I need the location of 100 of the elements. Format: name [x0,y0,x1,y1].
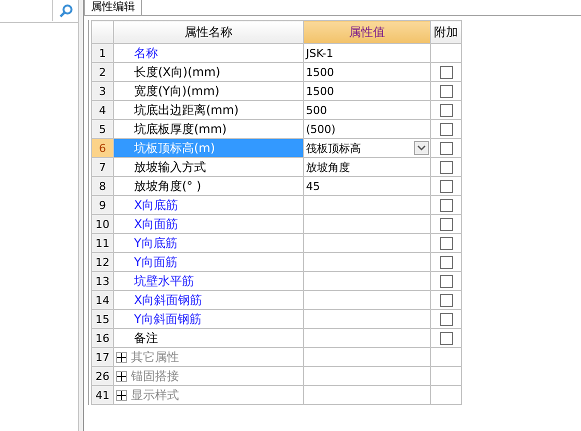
row-number: 9 [92,196,114,214]
column-header[interactable]: 附加 [430,20,462,44]
checkbox[interactable] [440,275,452,288]
row-number: 2 [92,62,114,82]
property-name: X向斜面钢筋 [134,292,202,306]
property-name: 坑底板厚度(mm) [134,122,227,136]
property-value[interactable]: 500 [304,100,430,120]
property-name[interactable]: 放坡角度(° ) [114,176,304,196]
row-number: 4 [92,100,114,120]
property-name[interactable]: 长度(X向)(mm) [114,62,304,82]
row-number: 7 [92,158,114,176]
empty-cell[interactable] [304,272,430,290]
expand-icon[interactable] [116,390,127,400]
row-number: 12 [92,252,114,272]
property-name[interactable]: 宽度(Y向)(mm) [114,82,304,100]
property-value[interactable]: 放坡角度 [304,158,430,176]
column-header[interactable]: 属性值 [304,20,430,44]
property-name: 备注 [134,330,158,344]
tab[interactable]: 属性编辑 [84,0,142,15]
row-number: 41 [92,386,114,404]
row-number: 15 [92,310,114,328]
empty-cell[interactable] [304,214,430,234]
checkbox[interactable] [440,237,452,250]
chevron-icon [417,145,426,151]
dropdown-button[interactable] [414,141,429,155]
property-name: Y向面筋 [134,254,178,268]
property-name[interactable]: X向底筋 [114,196,304,214]
checkbox[interactable] [440,199,452,212]
empty-cell[interactable] [304,290,430,310]
row-number: 6 [92,138,114,158]
row-number: 5 [92,120,114,138]
property-name: Y向斜面钢筋 [134,312,202,326]
row-number: 16 [92,328,114,348]
group-name: 锚固搭接 [131,368,179,384]
property-name[interactable]: 名称 [114,44,304,62]
row-number: 1 [92,44,114,62]
checkbox[interactable] [440,85,452,98]
property-name: 坑板顶标高(m) [134,140,216,154]
checkbox[interactable] [440,218,452,232]
property-value[interactable]: 1500 [304,62,430,82]
property-name: 坑壁水平筋 [134,274,194,288]
row-number: 11 [92,234,114,252]
empty-cell[interactable] [304,196,430,214]
property-name: 宽度(Y向)(mm) [134,84,220,98]
property-name: 放坡角度(° ) [134,178,202,192]
empty-cell[interactable] [304,252,430,272]
row-number: 3 [92,82,114,100]
checkbox[interactable] [440,161,452,174]
property-name[interactable]: 放坡输入方式 [114,158,304,176]
row-number: 10 [92,214,114,234]
row-number: 17 [92,348,114,366]
checkbox[interactable] [440,332,452,346]
property-name: Y向底筋 [134,236,178,250]
group-name: 其它属性 [131,348,179,366]
property-name[interactable]: 其它属性 [114,348,304,366]
checkbox[interactable] [440,180,452,194]
property-name: 长度(X向)(mm) [134,64,220,78]
property-name[interactable]: 坑壁水平筋 [114,272,304,290]
property-name[interactable]: 显示样式 [114,386,304,404]
property-value[interactable]: 1500 [304,82,430,100]
property-name: 坑底出边距离(mm) [134,102,239,116]
property-value[interactable]: 45 [304,176,430,196]
property-name: X向底筋 [134,198,178,212]
empty-cell[interactable] [304,328,430,348]
corner-header [92,20,114,44]
property-name: 放坡输入方式 [134,160,206,174]
property-value[interactable]: 筏板顶标高 [304,138,430,158]
column-header[interactable]: 属性名称 [114,20,304,44]
checkbox[interactable] [440,313,452,326]
checkbox[interactable] [440,104,452,118]
empty-cell[interactable] [304,310,430,328]
row-number: 8 [92,176,114,196]
group-name: 显示样式 [131,386,179,404]
property-name[interactable]: X向斜面钢筋 [114,290,304,310]
empty-cell[interactable] [304,234,430,252]
row-number: 26 [92,366,114,386]
row-number: 13 [92,272,114,290]
property-value[interactable]: (500) [304,120,430,138]
checkbox[interactable] [440,142,452,156]
property-name: X向面筋 [134,216,178,230]
property-name: 名称 [134,46,158,60]
property-name[interactable]: Y向斜面钢筋 [114,310,304,328]
property-name[interactable]: 备注 [114,328,304,348]
value-text: 筏板顶标高 [306,140,361,156]
property-name[interactable]: Y向面筋 [114,252,304,272]
property-name[interactable]: 坑底出边距离(mm) [114,100,304,120]
checkbox[interactable] [440,123,452,136]
expand-icon[interactable] [116,370,127,382]
property-name[interactable]: Y向底筋 [114,234,304,252]
checkbox[interactable] [440,66,452,80]
checkbox[interactable] [440,294,452,308]
empty-cell[interactable] [304,366,430,386]
property-name[interactable]: X向面筋 [114,214,304,234]
checkbox[interactable] [440,256,452,270]
row-number: 14 [92,290,114,310]
property-value[interactable]: JSK-1 [304,44,430,62]
empty-cell[interactable] [304,348,430,366]
empty-cell[interactable] [304,386,430,404]
expand-icon[interactable] [116,352,127,362]
property-name[interactable]: 锚固搭接 [114,366,304,386]
